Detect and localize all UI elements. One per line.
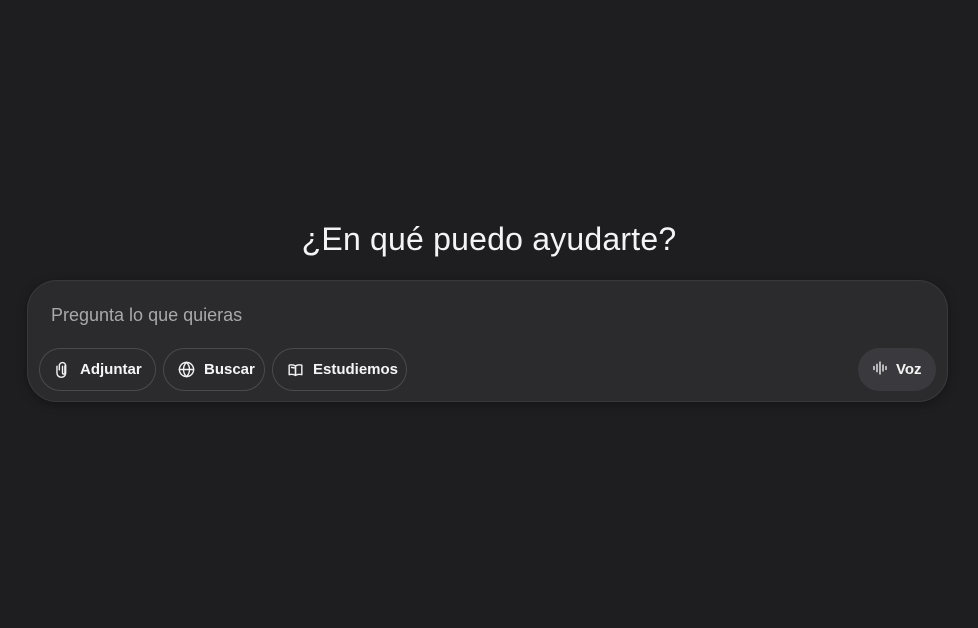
- paperclip-icon: [53, 360, 72, 379]
- voice-waveform-icon: [871, 359, 889, 381]
- study-button[interactable]: Estudiemos: [272, 348, 407, 391]
- search-button[interactable]: Buscar: [163, 348, 265, 391]
- message-composer: Adjuntar Buscar Estudiemo: [27, 280, 948, 402]
- globe-icon: [177, 360, 196, 379]
- message-input[interactable]: [51, 301, 911, 329]
- voice-button-label: Voz: [896, 361, 922, 378]
- search-button-label: Buscar: [204, 361, 255, 378]
- attach-button[interactable]: Adjuntar: [39, 348, 156, 391]
- study-button-label: Estudiemos: [313, 361, 399, 378]
- voice-button[interactable]: Voz: [858, 348, 936, 391]
- chat-home-screen: ¿En qué puedo ayudarte? Adjuntar: [0, 0, 978, 628]
- page-title: ¿En qué puedo ayudarte?: [301, 221, 677, 258]
- open-book-icon: [286, 360, 305, 379]
- attach-button-label: Adjuntar: [80, 361, 142, 378]
